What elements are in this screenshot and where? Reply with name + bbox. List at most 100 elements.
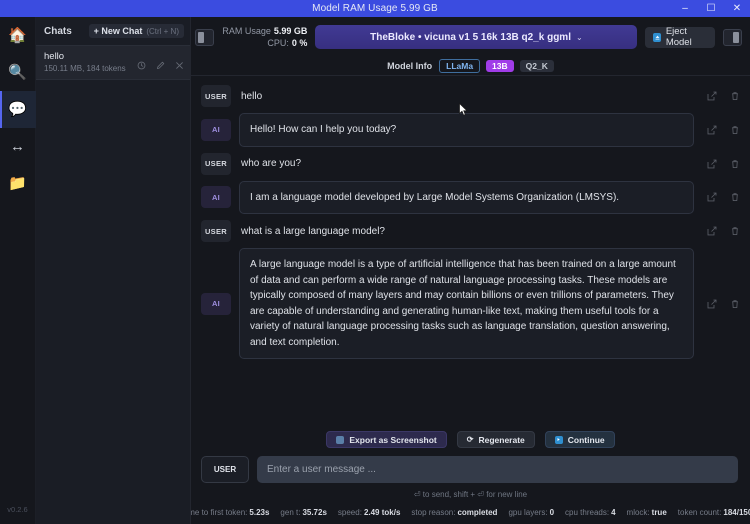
ram-usage-row: RAM Usage 5.99 GB: [222, 25, 307, 37]
model-name-label: TheBloke • vicuna v1 5 16k 13B q2_k ggml: [370, 31, 571, 43]
app-version-label: v0.2.6: [7, 505, 28, 514]
chat-item-texts: hello 150.11 MB, 184 tokens: [44, 51, 126, 73]
navigation-rail: 🏠 🔍 💬 ↔ 📁 v0.2.6: [0, 17, 36, 524]
ram-usage-label: RAM Usage: [222, 25, 271, 36]
delete-icon[interactable]: [730, 125, 740, 135]
delete-icon[interactable]: [730, 91, 740, 101]
window-titlebar: Model RAM Usage 5.99 GB – ☐ ✕: [0, 0, 750, 17]
new-chat-shortcut: (Ctrl + N): [146, 26, 179, 36]
regenerate-label: Regenerate: [478, 434, 525, 445]
edit-icon[interactable]: [707, 226, 717, 236]
message-actions: [702, 91, 742, 101]
chats-header: Chats + New Chat (Ctrl + N): [36, 21, 190, 41]
edit-icon[interactable]: [707, 125, 717, 135]
right-panel-toggle-button[interactable]: [722, 28, 742, 46]
edit-icon[interactable]: [707, 159, 717, 169]
chats-title: Chats: [44, 25, 72, 37]
chat-item-meta: 150.11 MB, 184 tokens: [44, 64, 126, 73]
stat-time-to-first-token: time to first token:5.23s: [191, 508, 270, 517]
window-controls: – ☐ ✕: [672, 0, 750, 17]
stat-cpu-threads: cpu threads: 4: [565, 508, 616, 517]
home-icon: 🏠: [8, 27, 27, 44]
message-input-placeholder: Enter a user message ...: [267, 464, 376, 475]
minimize-button[interactable]: –: [672, 0, 698, 17]
status-badge: Q2_K: [519, 60, 554, 72]
composer-role-badge[interactable]: USER: [201, 456, 249, 483]
delete-icon[interactable]: [730, 299, 740, 309]
search-icon: 🔍: [8, 64, 27, 81]
eject-icon: [653, 32, 661, 42]
ram-usage-value: 5.99 GB: [273, 25, 308, 36]
chevron-down-icon: ⌄: [575, 32, 583, 42]
message-actions: [702, 159, 742, 169]
message-actions: [702, 192, 742, 202]
message-text: A large language model is a type of arti…: [239, 248, 694, 359]
left-panel-toggle-button[interactable]: [195, 28, 215, 46]
status-badge: LLaMa: [439, 59, 481, 73]
rail-item-server[interactable]: ↔: [0, 128, 36, 165]
close-button[interactable]: ✕: [724, 0, 750, 17]
delete-icon[interactable]: [730, 226, 740, 236]
export-screenshot-button[interactable]: Export as Screenshot: [326, 431, 447, 448]
model-info-label: Model Info: [387, 61, 433, 71]
new-chat-label: + New Chat: [93, 26, 143, 36]
table-row: USER who are you?: [191, 150, 750, 178]
arrows-horizontal-icon: ↔: [10, 138, 25, 155]
cpu-usage-label: CPU:: [267, 38, 289, 48]
edit-icon[interactable]: [707, 192, 717, 202]
main-content: RAM Usage 5.99 GB CPU: 0 % TheBloke • vicu…: [191, 17, 750, 524]
table-row: AI Hello! How can I help you today?: [191, 110, 750, 150]
app-body: 🏠 🔍 💬 ↔ 📁 v0.2.6 Chats + New Chat (Ctrl …: [0, 17, 750, 524]
eject-model-label: Eject Model: [665, 26, 692, 48]
message-text: who are you?: [241, 158, 302, 169]
table-row: AI I am a language model developed by La…: [191, 178, 750, 218]
chats-panel: Chats + New Chat (Ctrl + N) hello 150.11…: [36, 17, 191, 524]
stat-gpu-layers: gpu layers: 0: [508, 508, 555, 517]
close-icon[interactable]: [175, 61, 184, 70]
composer: USER Enter a user message ...: [191, 456, 750, 483]
rail-item-chat[interactable]: 💬: [0, 91, 36, 128]
table-row: USER hello: [191, 82, 750, 110]
model-selector-button[interactable]: TheBloke • vicuna v1 5 16k 13B q2_k ggml…: [315, 25, 638, 49]
message-actions: [702, 299, 742, 309]
message-text: hello: [241, 90, 263, 102]
continue-button[interactable]: Continue: [544, 431, 615, 448]
message-role-badge: AI: [201, 292, 231, 315]
history-icon[interactable]: [137, 61, 146, 70]
regenerate-button[interactable]: ⟳ Regenerate: [456, 431, 535, 448]
stat-token-count: token count:184/1500: [677, 508, 750, 517]
edit-icon[interactable]: [156, 61, 165, 70]
rail-item-folder[interactable]: 📁: [0, 165, 36, 202]
chat-item-actions: [137, 61, 184, 70]
message-text: Hello! How can I help you today?: [239, 113, 694, 147]
message-text: what is a large language model?: [241, 225, 385, 237]
generation-stats: time to first token:5.23s gen t:35.72s s…: [191, 499, 750, 524]
message-role-badge: AI: [201, 118, 231, 141]
eject-model-button[interactable]: Eject Model: [645, 26, 715, 48]
continue-label: Continue: [567, 434, 605, 445]
delete-icon[interactable]: [730, 159, 740, 169]
rail-item-home[interactable]: 🏠: [0, 17, 36, 54]
message-text: I am a language model developed by Large…: [239, 180, 694, 214]
edit-icon[interactable]: [707, 91, 717, 101]
stat-speed: speed: 2.49 tok/s: [337, 508, 401, 517]
resource-usage: RAM Usage 5.99 GB CPU: 0 %: [222, 25, 307, 49]
delete-icon[interactable]: [730, 192, 740, 202]
model-info-bar: Model Info LLaMa 13B Q2_K: [191, 57, 750, 76]
screenshot-icon: [336, 435, 345, 444]
message-input[interactable]: Enter a user message ...: [257, 456, 738, 483]
status-badge: 13B: [486, 60, 514, 72]
stat-gen-time: gen t: 35.72s: [280, 508, 327, 517]
edit-icon[interactable]: [707, 299, 717, 309]
new-chat-button[interactable]: + New Chat (Ctrl + N): [88, 24, 184, 38]
list-item[interactable]: hello 150.11 MB, 184 tokens: [36, 45, 190, 80]
conversation-actions: Export as Screenshot ⟳ Regenerate Contin…: [191, 421, 750, 456]
message-role-badge: USER: [201, 220, 231, 242]
window-title: Model RAM Usage 5.99 GB: [312, 3, 438, 14]
composer-hint: ⏎ to send, shift + ⏎ for new line: [413, 490, 528, 499]
maximize-button[interactable]: ☐: [698, 0, 724, 17]
rail-item-search[interactable]: 🔍: [0, 54, 36, 91]
message-role-badge: USER: [201, 85, 231, 107]
top-toolbar: RAM Usage 5.99 GB CPU: 0 % TheBloke • vicu…: [191, 17, 750, 57]
cpu-usage-value: 0 %: [291, 38, 308, 48]
